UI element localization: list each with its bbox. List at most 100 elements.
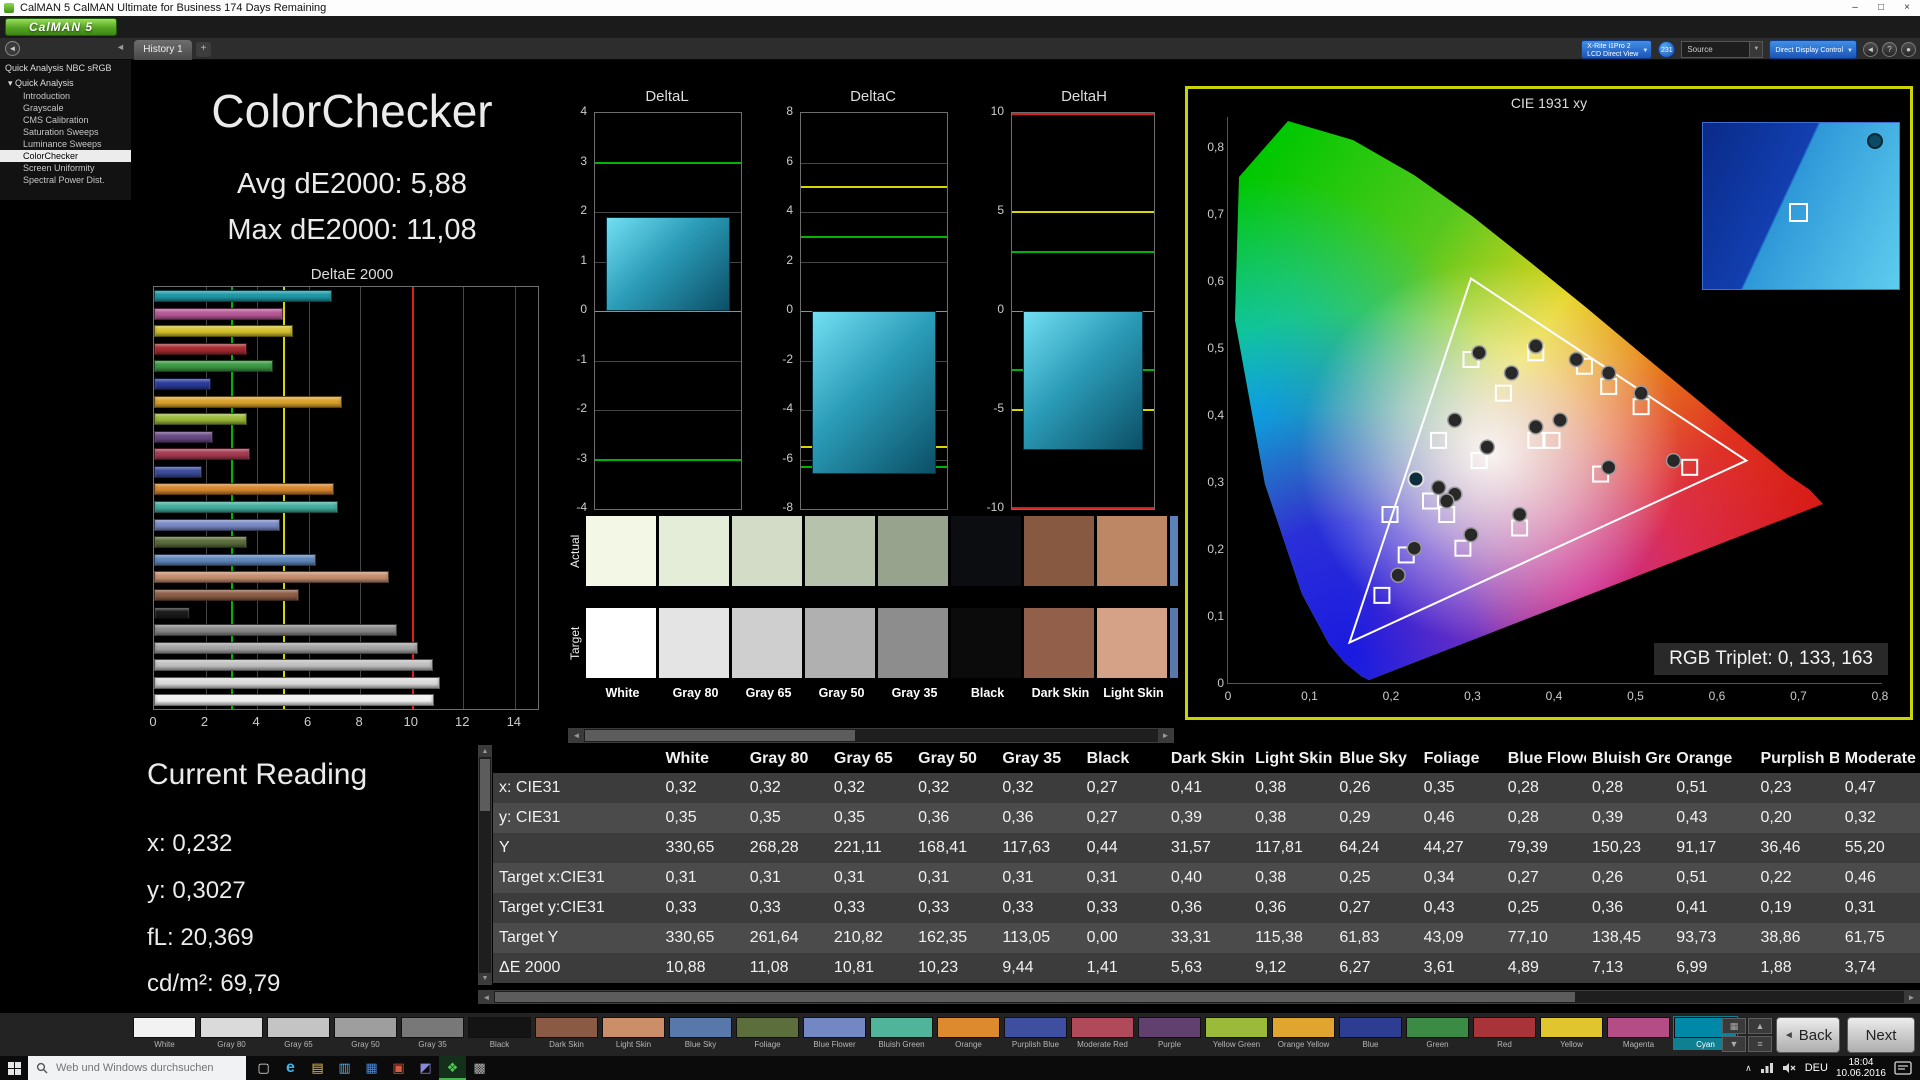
- table-vertical-scrollbar[interactable]: ▲ ▼: [478, 745, 492, 985]
- scrollbar-thumb[interactable]: [585, 730, 855, 741]
- power-button[interactable]: ●: [1901, 41, 1916, 57]
- table-corner-cell: [493, 745, 660, 773]
- new-tab-button[interactable]: +: [196, 42, 211, 57]
- close-button[interactable]: ×: [1894, 0, 1920, 16]
- patch-label: Bluish Green: [878, 1040, 925, 1049]
- patch-purple[interactable]: Purple: [1137, 1016, 1202, 1050]
- patch-tool-button-0[interactable]: ▦: [1722, 1018, 1746, 1034]
- app-icon-3[interactable]: ▩: [466, 1056, 493, 1080]
- scrollbar-thumb[interactable]: [495, 992, 1575, 1002]
- patch-blue-sky[interactable]: Blue Sky: [668, 1016, 733, 1050]
- display-control-selector[interactable]: Direct Display Control ▼: [1769, 39, 1857, 59]
- scrollbar-thumb[interactable]: [480, 759, 490, 811]
- patch-blue-flower[interactable]: Blue Flower: [802, 1016, 867, 1050]
- patch-yellow-green[interactable]: Yellow Green: [1204, 1016, 1269, 1050]
- sidebar-item-screen-uniformity[interactable]: Screen Uniformity: [0, 162, 131, 174]
- cie-measured-dot: [1600, 365, 1617, 381]
- scroll-down-icon[interactable]: ▼: [479, 973, 491, 984]
- next-button[interactable]: Next: [1847, 1017, 1915, 1053]
- store-icon[interactable]: ▥: [331, 1056, 358, 1080]
- tree-expander-icon[interactable]: ▾: [8, 78, 13, 88]
- cie-measured-dot: [1471, 344, 1487, 361]
- patch-blue[interactable]: Blue: [1338, 1016, 1403, 1050]
- patch-light-skin[interactable]: Light Skin: [601, 1016, 666, 1050]
- sidebar-root-node[interactable]: ▾ Quick Analysis: [0, 77, 131, 90]
- scroll-right-icon[interactable]: ►: [1158, 729, 1173, 742]
- app-icon-2[interactable]: ◩: [412, 1056, 439, 1080]
- deltae-bar-black: [154, 606, 191, 619]
- volume-muted-icon[interactable]: [1782, 1062, 1797, 1074]
- sidebar-item-luminance-sweeps[interactable]: Luminance Sweeps: [0, 138, 131, 150]
- patch-black[interactable]: Black: [467, 1016, 532, 1050]
- patch-bluish-green[interactable]: Bluish Green: [869, 1016, 934, 1050]
- calman-client-icon[interactable]: ❖: [439, 1056, 466, 1080]
- patch-magenta[interactable]: Magenta: [1606, 1016, 1671, 1050]
- table-cell: 64,24: [1339, 839, 1380, 856]
- scroll-left-icon[interactable]: ◄: [479, 991, 494, 1004]
- network-icon[interactable]: [1760, 1062, 1774, 1074]
- patch-tool-button-1[interactable]: ▲: [1748, 1018, 1772, 1034]
- tab-history-1[interactable]: History 1: [134, 40, 192, 60]
- patch-purplish-blue[interactable]: Purplish Blue: [1003, 1016, 1068, 1050]
- scroll-up-icon[interactable]: ▲: [479, 746, 491, 757]
- table-cell: 0,35: [749, 809, 781, 826]
- patch-green[interactable]: Green: [1405, 1016, 1470, 1050]
- search-input[interactable]: [54, 1061, 228, 1075]
- calman-window: CalMAN 5 CalMAN Ultimate for Business 17…: [0, 0, 1920, 1080]
- sidebar-item-introduction[interactable]: Introduction: [0, 90, 131, 102]
- patch-moderate-red[interactable]: Moderate Red: [1070, 1016, 1135, 1050]
- column-header-gray-50: Gray 50: [912, 745, 997, 773]
- taskbar-clock[interactable]: 18:04 10.06.2016: [1836, 1057, 1886, 1079]
- app-icon-1[interactable]: ▣: [385, 1056, 412, 1080]
- edge-icon[interactable]: e: [277, 1056, 304, 1080]
- patch-tool-button-2[interactable]: ▼: [1722, 1036, 1746, 1052]
- patch-yellow[interactable]: Yellow: [1539, 1016, 1604, 1050]
- tray-expand-icon[interactable]: ∧: [1745, 1063, 1752, 1074]
- table-cell: 6,27: [1339, 959, 1371, 976]
- patch-orange[interactable]: Orange: [936, 1016, 1001, 1050]
- patch-label: Blue Sky: [684, 1040, 717, 1049]
- swatch-label-gray-80: Gray 80: [672, 686, 719, 700]
- minimize-button[interactable]: –: [1842, 0, 1868, 16]
- patch-red[interactable]: Red: [1472, 1016, 1537, 1050]
- patch-tool-button-3[interactable]: ≡: [1748, 1036, 1772, 1052]
- sidebar-item-grayscale[interactable]: Grayscale: [0, 102, 131, 114]
- task-view-icon[interactable]: ▢: [250, 1056, 277, 1080]
- start-button[interactable]: [0, 1056, 28, 1080]
- taskbar-search[interactable]: [28, 1056, 246, 1080]
- sidebar-item-colorchecker[interactable]: ColorChecker: [0, 150, 131, 162]
- swatch-scrollbar[interactable]: ◄ ►: [568, 728, 1174, 743]
- meter-selector[interactable]: X-Rite i1Pro 2 LCD Direct View ▼: [1581, 39, 1653, 59]
- column-header-foliage: Foliage: [1417, 745, 1502, 773]
- patch-white[interactable]: White: [132, 1016, 197, 1050]
- sidebar-item-saturation-sweeps[interactable]: Saturation Sweeps: [0, 126, 131, 138]
- patch-foliage[interactable]: Foliage: [735, 1016, 800, 1050]
- language-indicator[interactable]: DEU: [1805, 1062, 1828, 1074]
- source-select[interactable]: Source ▼: [1681, 40, 1764, 58]
- table-horizontal-scrollbar[interactable]: ◄ ►: [478, 990, 1920, 1004]
- table-cell: 0,32: [918, 779, 950, 796]
- sidebar-collapse-icon[interactable]: ◄: [116, 42, 125, 52]
- patch-dark-skin[interactable]: Dark Skin: [534, 1016, 599, 1050]
- undo-button[interactable]: ◄: [1863, 41, 1878, 57]
- deltae-bar-blue-sky: [154, 553, 316, 566]
- table-cell: 38,86: [1760, 929, 1801, 946]
- patch-gray-50[interactable]: Gray 50: [333, 1016, 398, 1050]
- help-button[interactable]: ?: [1882, 41, 1897, 57]
- patch-gray-35[interactable]: Gray 35: [400, 1016, 465, 1050]
- maximize-button[interactable]: □: [1868, 0, 1894, 16]
- file-explorer-icon[interactable]: ▤: [304, 1056, 331, 1080]
- sidebar-item-cms-calibration[interactable]: CMS Calibration: [0, 114, 131, 126]
- scroll-right-icon[interactable]: ►: [1904, 991, 1919, 1004]
- nav-back-button[interactable]: ◄: [5, 41, 20, 56]
- photos-icon[interactable]: ▦: [358, 1056, 385, 1080]
- scroll-left-icon[interactable]: ◄: [569, 729, 584, 742]
- back-button[interactable]: ◄ Back: [1776, 1017, 1840, 1053]
- sidebar-item-spectral-power-dist-[interactable]: Spectral Power Dist.: [0, 174, 131, 186]
- patch-gray-65[interactable]: Gray 65: [266, 1016, 331, 1050]
- patch-gray-80[interactable]: Gray 80: [199, 1016, 264, 1050]
- patch-label: Gray 35: [418, 1040, 447, 1049]
- patch-orange-yellow[interactable]: Orange Yellow: [1271, 1016, 1336, 1050]
- meter-count-badge[interactable]: 231: [1658, 40, 1676, 58]
- notification-center-icon[interactable]: [1894, 1061, 1912, 1075]
